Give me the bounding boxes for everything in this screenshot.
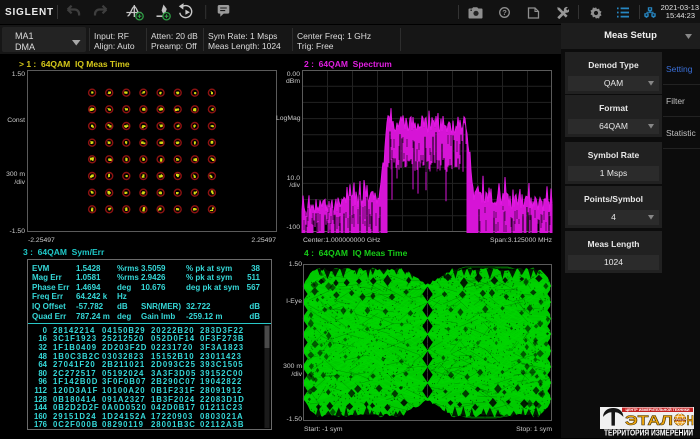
svg-text:ЭТАЛ: ЭТАЛ — [625, 413, 673, 428]
svg-text:ПРИБОР: ПРИБОР — [674, 418, 685, 422]
svg-text:ЦЕНТР ИЗМЕРИТЕЛЬНОЙ ТЕХНИКИ: ЦЕНТР ИЗМЕРИТЕЛЬНОЙ ТЕХНИКИ — [625, 408, 689, 412]
svg-text:ТЕРРИТОРИЯ ИЗМЕРЕНИЙ: ТЕРРИТОРИЯ ИЗМЕРЕНИЙ — [604, 426, 693, 437]
svg-text:Н: Н — [687, 413, 694, 428]
